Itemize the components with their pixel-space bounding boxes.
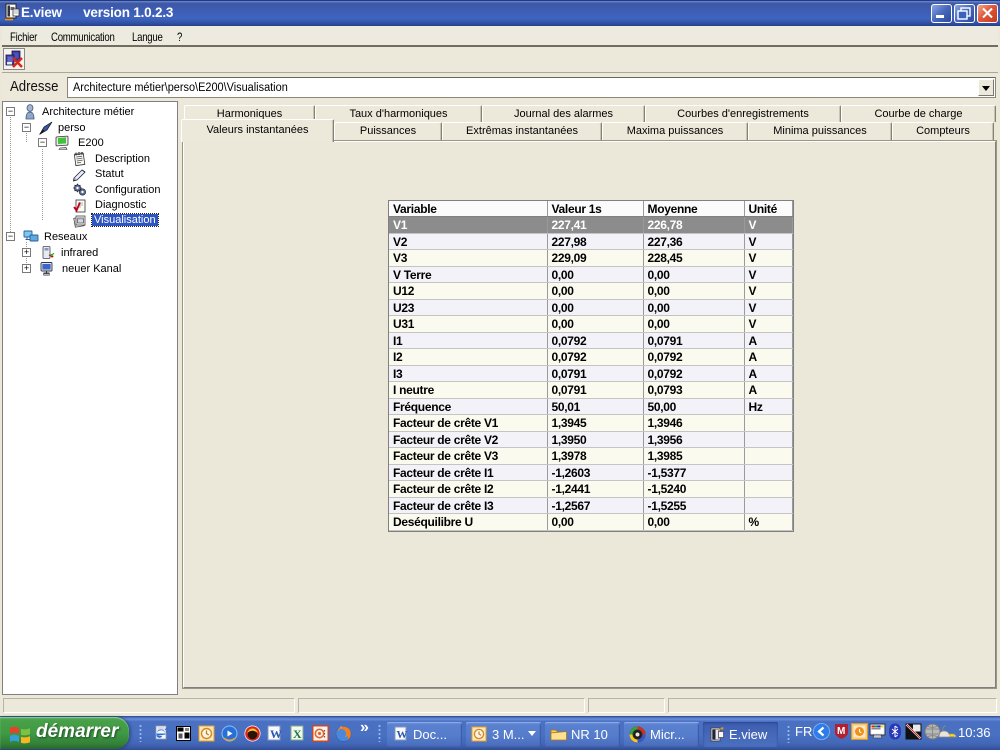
svg-text:M: M <box>837 726 845 737</box>
svg-text:X: X <box>293 727 302 741</box>
svg-text:W: W <box>270 727 282 741</box>
svg-text:W: W <box>397 729 408 741</box>
